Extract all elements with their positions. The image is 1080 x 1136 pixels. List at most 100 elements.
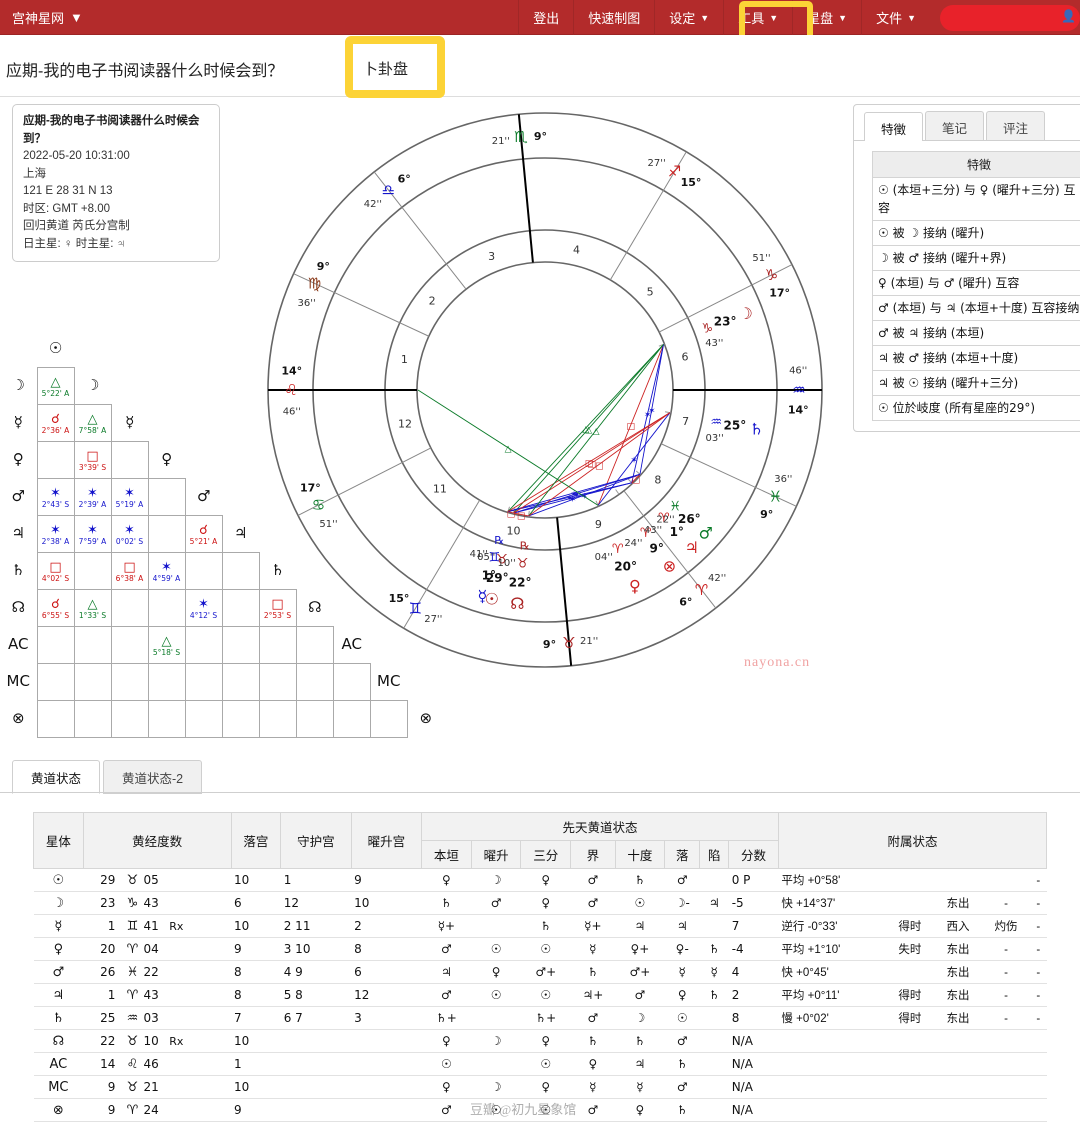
aspect-grid-cell[interactable]: □ 6°38' A — [110, 551, 149, 590]
cusp-minute-label: 36'' — [298, 298, 316, 309]
aspect-grid-cell[interactable]: ✶ 4°12' S — [184, 588, 223, 627]
aspect-grid-cell[interactable]: △ 5°22' A — [36, 366, 75, 405]
aspect-midpoint-glyph: △ — [582, 425, 589, 435]
aspect-grid-cell[interactable] — [73, 662, 112, 701]
table-row[interactable]: ♀ 20 ♈ 04 93 10 8 ♂ ☉ ☉ ☿ ♀+ ♀- ♄ -4 平均 +1°10' 失时 东出 - - — [33, 937, 1047, 961]
table-row[interactable]: ☿ 1 ♊ 41 Rx 10 2 11 2 ☿+ ♄ ☿+ ♃ ♃ 7 逆行 -0°33' 得时 西入 灼伤 - — [33, 914, 1047, 938]
table-row[interactable]: ☉ 29 ♉ 05 10 1 9 ♀ ☽ ♀ ♂ ♄ ♂ 0 P 平均 +0°58' - — [33, 868, 1047, 892]
chart-wheel-svg: △□△□✶✶✶✶✶✶□□□✶□△✶□△ ♌14°46''1♍9°36''2♎6°… — [267, 112, 823, 668]
aspect-grid-cell[interactable] — [36, 699, 75, 738]
aspect-grid-cell[interactable] — [73, 551, 112, 590]
aspect-grid-cell[interactable] — [184, 662, 223, 701]
aspect-grid-cell[interactable] — [184, 551, 223, 590]
aspect-grid-diagonal-label: ⊗ — [419, 709, 433, 728]
nav-item-charts[interactable]: 星盘 ▼ — [792, 0, 861, 35]
aspect-grid-cell[interactable] — [73, 625, 112, 664]
tab-features[interactable]: 特徵 — [864, 112, 924, 141]
aspect-grid-cell[interactable] — [110, 662, 149, 701]
cell-season: 得时 — [885, 1006, 934, 1030]
cell-speed: 慢 +0°02' — [778, 1006, 886, 1030]
aspect-grid-cell[interactable]: □ 4°02' S — [36, 551, 75, 590]
planet-degree-label: 20° — [614, 559, 637, 573]
table-row[interactable]: AC 14 ♌ 46 1 ☉ ☉ ♀ ♃ ♄ N/A — [33, 1052, 1047, 1076]
aspect-grid-cell[interactable] — [147, 662, 186, 701]
tab-notes[interactable]: 笔记 — [925, 111, 985, 140]
aspect-grid-cell[interactable]: ✶ 2°43' S — [36, 477, 75, 516]
tab-comments[interactable]: 评注 — [986, 111, 1046, 140]
aspect-grid-cell[interactable] — [110, 625, 149, 664]
aspect-grid-cell[interactable] — [73, 699, 112, 738]
aspect-grid-cell[interactable]: ☌ 5°21' A — [184, 514, 223, 553]
aspect-grid-cell[interactable] — [36, 625, 75, 664]
aspect-grid-cell[interactable] — [184, 699, 223, 738]
aspect-grid-cell[interactable] — [147, 477, 186, 516]
aspect-grid-cell[interactable]: ✶ 0°02' S — [110, 514, 149, 553]
aspect-grid-cell[interactable]: △ 1°33' S — [73, 588, 112, 627]
aspect-grid-cell[interactable] — [110, 440, 149, 479]
cusp-degree-label: 14° — [281, 365, 302, 378]
aspect-grid-cell[interactable]: ✶ 7°59' A — [73, 514, 112, 553]
aspect-grid-cell[interactable] — [295, 699, 334, 738]
house-number: 11 — [433, 482, 447, 495]
cell-exaltation: ☉ — [471, 983, 521, 1007]
cell-exaltation — [471, 914, 521, 938]
aspect-grid-row-label: ♃ — [11, 524, 25, 543]
nav-item-label: 设定 — [669, 11, 696, 26]
cell-domicile: ♄+ — [421, 1006, 472, 1030]
col-term: 界 — [570, 840, 616, 869]
cell-term: ☿+ — [570, 914, 616, 938]
aspect-grid-row-label: MC — [6, 672, 30, 691]
aspect-grid-spacer — [0, 330, 37, 367]
table-row[interactable]: ♃ 1 ♈ 43 85 8 12 ♂ ☉ ☉ ♃+ ♂ ♀ ♄ 2 平均 +0°11' 得时 东出 - - — [33, 983, 1047, 1007]
brand-menu[interactable]: 宫神星网 ▼ — [0, 0, 95, 35]
aspect-grid-cell[interactable] — [184, 625, 223, 664]
cusp-sign-glyph: ♒ — [792, 381, 805, 399]
aspect-grid-row-label: ♀ — [12, 450, 24, 469]
aspect-grid-cell[interactable]: △ 7°58' A — [73, 403, 112, 442]
table-row[interactable]: ☽ 23 ♑ 43 6 12 10 ♄ ♂ ♀ ♂ ☉ ☽- ♃ -5 快 +14°37' 东出 - - — [33, 891, 1047, 915]
tab-zodiac-state-2[interactable]: 黄道状态-2 — [103, 760, 203, 794]
aspect-grid-cell[interactable] — [36, 662, 75, 701]
aspect-grid-cell[interactable]: ✶ 5°19' A — [110, 477, 149, 516]
astrology-chart-wheel[interactable]: △□△□✶✶✶✶✶✶□□□✶□△✶□△ ♌14°46''1♍9°36''2♎6°… — [250, 95, 840, 685]
table-row[interactable]: ♂ 26 ♓ 22 84 9 6 ♃ ♀ ♂+ ♄ ♂+ ☿ ☿ 4 快 +0°45' 东出 - - — [33, 960, 1047, 984]
aspect-grid-cell[interactable] — [147, 588, 186, 627]
table-row[interactable]: MC 9 ♉ 21 10 ♀ ☽ ♀ ☿ ☿ ♂ N/A — [33, 1075, 1047, 1099]
nav-item-settings[interactable]: 设定 ▼ — [654, 0, 723, 35]
cell-fall: ☿ — [664, 960, 700, 984]
aspect-grid-cell[interactable]: △ 5°18' S — [147, 625, 186, 664]
tab-zodiac-state[interactable]: 黄道状态 — [12, 760, 101, 794]
aspect-grid-cell[interactable]: ☌ 2°36' A — [36, 403, 75, 442]
aspect-grid-cell[interactable]: □ 3°39' S — [73, 440, 112, 479]
cell-face: ♂+ — [615, 960, 665, 984]
aspect-grid-cell[interactable] — [221, 699, 260, 738]
aspect-grid-cell[interactable] — [110, 699, 149, 738]
aspect-grid-cell[interactable]: ✶ 2°38' A — [36, 514, 75, 553]
nav-item-quick-chart[interactable]: 快速制图 — [573, 0, 654, 35]
aspect-grid-cell[interactable]: ✶ 2°39' A — [73, 477, 112, 516]
aspect-grid-cell[interactable] — [147, 514, 186, 553]
aspect-grid-cell[interactable] — [110, 588, 149, 627]
aspect-grid-cell[interactable] — [369, 699, 408, 738]
aspect-grid-cell[interactable]: ☌ 6°55' S — [36, 588, 75, 627]
nav-item-tools[interactable]: 工具 ▼ — [723, 0, 792, 35]
aspect-grid-cell[interactable]: ✶ 4°59' A — [147, 551, 186, 590]
planet-retrograde-icon: ℞ — [494, 534, 504, 547]
nav-item-logout[interactable]: 登出 — [518, 0, 573, 35]
aspect-grid-cell[interactable] — [332, 699, 371, 738]
cell-triplicity: ♄ — [520, 914, 571, 938]
aspect-grid-cell[interactable] — [147, 699, 186, 738]
cell-other: - — [1030, 868, 1047, 892]
aspect-grid-cell[interactable] — [258, 699, 297, 738]
cell-body: MC — [33, 1075, 84, 1099]
cell-face: ♂ — [615, 983, 665, 1007]
chevron-down-icon: ▼ — [838, 12, 848, 23]
user-glyph: 👤 — [1061, 9, 1076, 23]
planet-degree-label: 9° — [650, 541, 664, 555]
aspect-grid-cell[interactable] — [36, 440, 75, 479]
nav-item-files[interactable]: 文件 ▼ — [861, 0, 930, 35]
planet-glyph: ☉ — [485, 589, 499, 608]
table-row[interactable]: ♄ 25 ♒ 03 76 7 3 ♄+ ♄+ ♂ ☽ ☉ 8 慢 +0°02' 得时 东出 - - — [33, 1006, 1047, 1030]
table-row[interactable]: ☊ 22 ♉ 10 Rx 10 ♀ ☽ ♀ ♄ ♄ ♂ N/A — [33, 1029, 1047, 1053]
cell-face: ♄ — [615, 868, 665, 892]
